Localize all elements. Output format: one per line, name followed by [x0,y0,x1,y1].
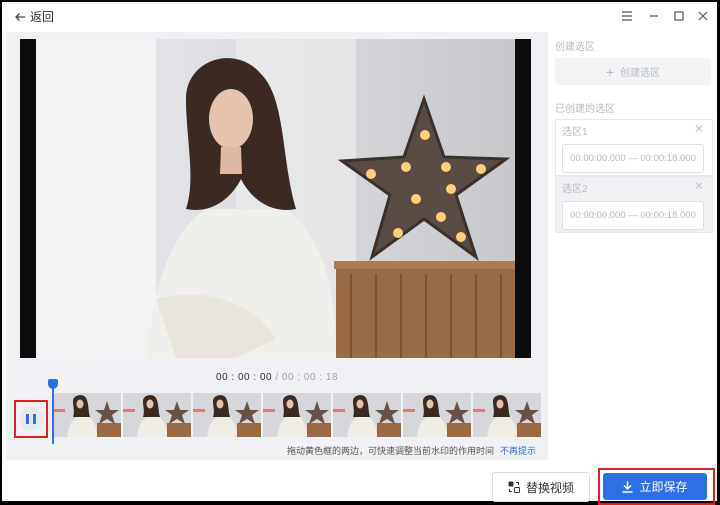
pause-icon [26,414,36,424]
created-section-label: 已创建的选区 [555,104,615,115]
maximize-icon[interactable] [669,6,689,26]
create-section-label: 创建选区 [555,42,595,53]
selection-sidebar: 创建选区 + 创建选区 已创建的选区 选区1 ✕ 00:00:00.000 — … [551,32,717,460]
current-time: 00 : 00 : 00 [216,372,273,383]
timeline-frame [403,393,471,437]
back-button[interactable]: 返回 [14,8,54,25]
close-icon[interactable]: ✕ [694,122,704,136]
selection-name: 选区2 [562,184,588,195]
selection-name: 选区1 [562,127,588,138]
selection-item[interactable]: 选区2 ✕ 00:00:00.000 — 00:00:18.000 [555,176,713,233]
timeline-frame [263,393,331,437]
selection-range-field[interactable]: 00:00:00.000 — 00:00:18.000 [562,201,704,230]
editor-panel: 00 : 00 : 00 / 00 : 00 : 18 拖动黄色框的两边，可快速… [6,32,548,460]
dismiss-hint-link[interactable]: 不再提示 [500,446,536,456]
total-time: 00 : 00 : 18 [281,372,338,383]
swap-video-icon [508,481,520,493]
pause-button[interactable] [14,400,48,438]
timeline-thumbnails[interactable] [53,393,541,437]
menu-icon[interactable] [617,6,637,26]
timeline-hint: 拖动黄色框的两边，可快速调整当前水印的作用时间 不再提示 [287,444,536,457]
app-window: 返回 00: 00: 00 / 00: 00: 18 拖动黄色框的两边，… [2,2,717,505]
timeline-playhead[interactable] [48,379,58,444]
timeline-frame [473,393,541,437]
timeline-frame [123,393,191,437]
save-highlight: 立即保存 [598,468,715,505]
replace-video-label: 替换视频 [525,480,574,495]
minimize-icon[interactable] [644,6,664,26]
replace-video-button[interactable]: 替换视频 [492,472,590,502]
selection-range-field[interactable]: 00:00:00.000 — 00:00:18.000 [562,144,704,173]
plus-icon: + [605,63,615,80]
create-selection-label: 创建选区 [620,68,661,79]
title-bar: 返回 [2,2,717,30]
download-icon [622,481,633,493]
time-display: 00 : 00 : 00 / 00 : 00 : 18 [6,372,548,383]
selection-item[interactable]: 选区1 ✕ 00:00:00.000 — 00:00:18.000 [555,119,713,176]
back-label: 返回 [30,10,55,24]
create-selection-button[interactable]: + 创建选区 [555,58,711,85]
close-icon[interactable] [693,6,713,26]
timeline-frame [53,393,121,437]
back-arrow-icon [15,12,25,21]
timeline-frame [333,393,401,437]
close-icon[interactable]: ✕ [694,179,704,193]
hint-text: 拖动黄色框的两边，可快速调整当前水印的作用时间 [286,446,494,456]
video-preview[interactable] [20,39,531,358]
save-label: 立即保存 [639,480,688,494]
video-frame-image [36,39,515,358]
time-separator: / [272,372,282,383]
timeline-frame [193,393,261,437]
save-button[interactable]: 立即保存 [603,473,707,500]
